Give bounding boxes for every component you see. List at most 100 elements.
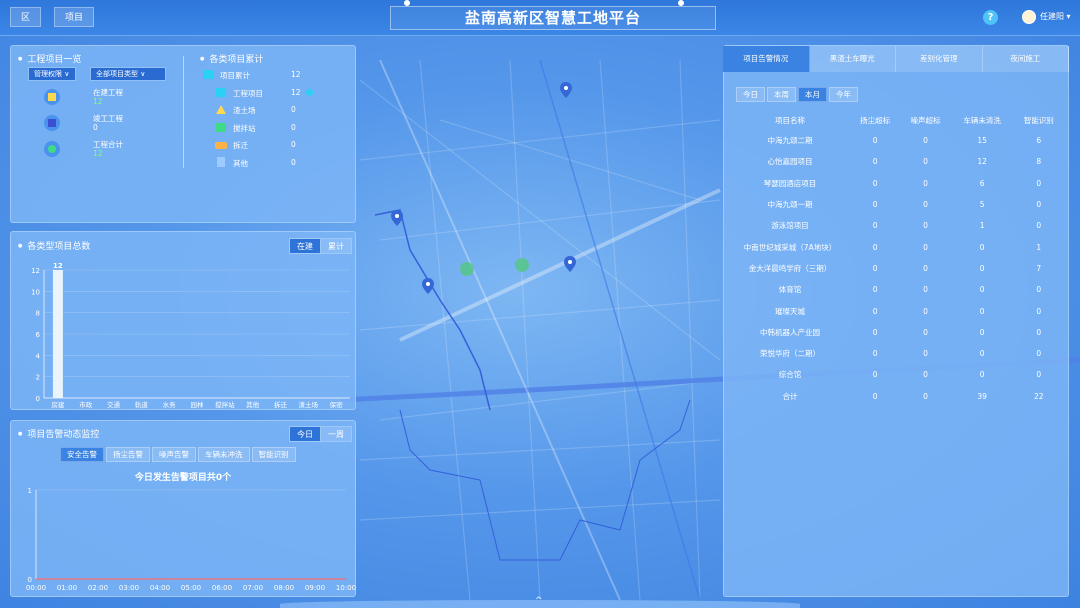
value-cell: 0	[1036, 285, 1042, 295]
table-row[interactable]: 金大洋晨鸣学府（三期） 0 0 0 7	[730, 258, 1064, 279]
panel-title: 各类型项目总数	[18, 239, 90, 252]
tab-dust-alarm[interactable]: 扬尘告警	[106, 447, 150, 462]
value-cell: 0	[872, 221, 878, 231]
x-tick-label: 09:00	[305, 584, 325, 592]
x-tick-label: 搅拌站	[215, 400, 235, 408]
x-tick-label: 06:00	[212, 584, 232, 592]
y-tick-label: 1	[28, 487, 32, 495]
y-tick-label: 12	[31, 267, 40, 275]
value-cell: 0	[872, 285, 878, 295]
tab-black-truck[interactable]: 黑渣土车曝光	[809, 46, 896, 72]
project-type-select[interactable]: 全部项目类型 ∨	[90, 67, 166, 81]
period-week[interactable]: 本周	[767, 87, 796, 102]
stat-value: 12	[93, 97, 103, 106]
mountain-icon	[216, 105, 226, 114]
x-tick-label: 轨道	[135, 400, 149, 408]
help-icon[interactable]: ?	[983, 10, 998, 25]
table-row[interactable]: 中海九颂一期 0 0 5 0	[730, 194, 1064, 215]
toggle-week[interactable]: 一周	[320, 426, 352, 442]
tab-project-alarm[interactable]: 项目告警情况	[723, 46, 810, 72]
map-marker-icon[interactable]	[422, 278, 434, 294]
total-value: 0	[291, 105, 296, 114]
table-row[interactable]: 游泳馆项目 0 0 1 0	[730, 215, 1064, 236]
value-cell: 0	[979, 285, 985, 295]
permission-select[interactable]: 管理权限 ∨	[28, 67, 76, 81]
column-header: 扬尘超标	[860, 115, 891, 125]
column-header: 智能识别	[1023, 115, 1054, 125]
toggle-cumulative[interactable]: 累计	[320, 238, 352, 254]
table-row[interactable]: 璀璨天城 0 0 0 0	[730, 300, 1064, 321]
value-cell: 0	[979, 349, 985, 359]
period-year[interactable]: 今年	[829, 87, 858, 102]
avatar[interactable]	[1022, 10, 1036, 24]
stat-value: 12	[93, 149, 103, 158]
table-row[interactable]: 综合馆 0 0 0 0	[730, 364, 1064, 385]
table-row[interactable]: 体育馆 0 0 0 0	[730, 279, 1064, 300]
value-cell: 0	[872, 136, 878, 146]
tab-noise-alarm[interactable]: 噪声告警	[152, 447, 196, 462]
value-cell: 0	[923, 263, 928, 273]
stat-value: 0	[93, 123, 98, 132]
period-today[interactable]: 今日	[736, 87, 765, 102]
bar-chart-svg: 0 2 4 6 8 10 12 房建 12 市政 交通 轨道 水务 园林 搅拌站 其他 拆迁 渣土场 保密	[31, 262, 350, 408]
expand-icon[interactable]: ^	[535, 596, 543, 606]
period-month[interactable]: 本月	[798, 87, 827, 102]
table-row[interactable]: 琴瑟园酒店项目 0 0 6 0	[730, 173, 1064, 194]
bar	[52, 270, 63, 398]
total-label: 渣土场	[233, 106, 256, 115]
column-header: 车辆未清洗	[963, 115, 1001, 125]
tab-smart-recognition[interactable]: 智能识别	[251, 447, 296, 462]
tab-night-construction[interactable]: 夜间施工	[982, 46, 1069, 72]
value-cell: 5	[979, 200, 985, 210]
table-row[interactable]: 中南世纪城采城（7A地块） 0 0 0 1	[730, 236, 1064, 257]
column-header: 噪声超标	[910, 115, 941, 125]
toggle-in-construction[interactable]: 在建	[289, 238, 321, 254]
layers-icon	[203, 70, 213, 79]
value-cell: 0	[923, 157, 928, 167]
value-cell: 7	[1036, 263, 1042, 273]
toggle-today[interactable]: 今日	[289, 426, 321, 442]
map-marker-icon[interactable]	[560, 82, 572, 98]
value-cell: 0	[923, 327, 928, 337]
map-marker-icon[interactable]	[564, 256, 576, 272]
value-cell: 0	[979, 263, 985, 273]
tab-differential-management[interactable]: 差别化管理	[896, 46, 983, 72]
map-marker-icon[interactable]	[391, 210, 403, 226]
y-tick-label: 0	[28, 576, 32, 584]
value-cell: 0	[1036, 221, 1042, 231]
x-tick-label: 水务	[163, 400, 177, 408]
total-label: 其他	[233, 159, 248, 168]
table-row[interactable]: 荣悦华府（二期） 0 0 0 0	[730, 343, 1064, 364]
tab-vehicle-unwashed[interactable]: 车辆未冲洗	[198, 447, 250, 462]
alarm-tabs: 安全告警 扬尘告警 噪声告警 车辆未冲洗 智能识别	[60, 447, 298, 462]
table-row[interactable]: 中海九颂二期 0 0 15 6	[730, 130, 1064, 151]
table-row[interactable]: 中韩机器人产业园 0 0 0 0	[730, 322, 1064, 343]
value-cell: 15	[977, 136, 987, 146]
map-cluster-icon[interactable]	[460, 262, 474, 276]
flag-icon	[44, 115, 60, 131]
right-tabs: 项目告警情况 黑渣土车曝光 差别化管理 夜间施工	[723, 46, 1069, 72]
value-cell: 0	[1036, 178, 1042, 188]
value-cell: 0	[872, 178, 878, 188]
alarm-summary: 今日发生告警项目共0个	[134, 473, 232, 483]
tab-safety-alarm[interactable]: 安全告警	[60, 447, 104, 462]
value-cell: 0	[923, 285, 928, 295]
value-cell: 0	[923, 306, 928, 316]
user-menu[interactable]: 任建阳 ▾	[1040, 11, 1071, 22]
project-name-cell: 璀璨天城	[775, 306, 805, 316]
x-tick-label: 05:00	[181, 584, 201, 592]
info-icon[interactable]	[306, 89, 313, 96]
map-cluster-icon[interactable]	[515, 258, 529, 272]
y-tick-label: 0	[36, 395, 40, 403]
project-name-cell: 游泳馆项目	[771, 221, 809, 231]
value-cell: 0	[872, 391, 878, 401]
value-cell: 0	[1036, 200, 1042, 210]
district-button[interactable]: 区	[10, 7, 42, 27]
table-row[interactable]: 合计 0 0 39 22	[730, 386, 1064, 407]
project-button[interactable]: 项目	[54, 7, 95, 27]
x-tick-label: 08:00	[274, 584, 294, 592]
y-tick-label: 4	[36, 352, 41, 360]
star-icon	[44, 141, 60, 157]
value-cell: 0	[923, 370, 928, 380]
table-row[interactable]: 心怡嘉园项目 0 0 12 8	[730, 151, 1064, 172]
